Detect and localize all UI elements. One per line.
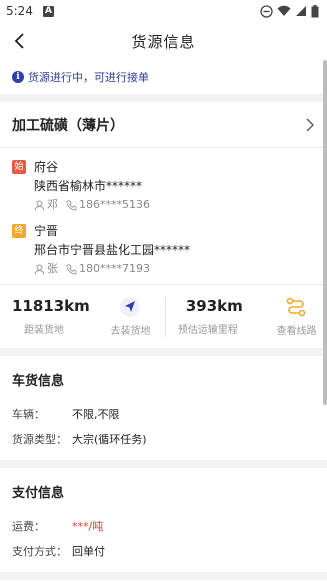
status-left: 5:24 A [6,4,54,18]
back-arrow-icon[interactable] [10,31,30,51]
transport-distance-value: 393km [185,297,243,315]
stats-divider [164,296,166,337]
status-right [260,4,319,18]
battery-icon [311,4,319,17]
loading-contact: 邓 186****5136 [34,196,315,214]
section-divider [0,94,327,102]
unloading-details: 邢台市宁晋县盐化工园****** 张 180****7193 [34,240,315,278]
payment-method-row: 支付方式： 回单付 [0,539,327,564]
vehicle-section: 车货信息 车辆： 不限,不限 货源类型： 大宗(循环任务) [0,356,327,460]
cargo-header[interactable]: 加工硫磺（薄片） [0,102,327,148]
loading-address-text: 陕西省榆林市****** [34,179,143,193]
unloading-address: 终 宁晋 [12,222,315,240]
unloading-address-body: 宁晋 [34,222,58,240]
wifi-icon [277,5,291,16]
cargo-type-value: 大宗(循环任务) [72,433,147,446]
person-icon [34,264,45,275]
address-block: 始 府谷 陕西省榆林市****** 邓 186****5136 终 宁晋 邢台市… [0,148,327,278]
distance-to-load-label: 距装货地 [24,325,64,336]
payment-section: 支付信息 运费： ***/吨 支付方式： 回单付 [0,468,327,572]
section-divider [0,460,327,468]
unload-tag: 终 [12,224,26,238]
page-title: 货源信息 [131,32,196,51]
cargo-type-key: 货源类型： [12,433,67,446]
loading-address: 始 府谷 [12,158,315,176]
notice-text: 货源进行中，可进行接单 [28,71,149,84]
payment-method-value: 回单付 [72,545,105,558]
vehicle-section-title: 车货信息 [12,373,65,389]
section-divider [0,348,327,356]
loading-phone: 186****5136 [79,198,150,211]
scrollbar[interactable] [323,60,327,405]
go-load-button[interactable]: 去装货地 [102,296,159,337]
unloading-contact-person: 张 [34,260,58,278]
view-route-button[interactable]: 查看线路 [274,296,319,337]
freight-row: 运费： ***/吨 [0,514,327,539]
freight-key: 运费： [12,520,45,533]
status-time: 5:24 [6,4,33,18]
unloading-city: 宁晋 [34,224,59,238]
unloading-phone-link[interactable]: 180****7193 [66,260,150,278]
dnd-icon [260,4,273,18]
stat-transport-distance: 393km 预估运输里程 [178,297,274,336]
view-route-label: 查看线路 [276,326,317,337]
chevron-right-icon [306,118,314,131]
loading-contact-name: 邓 [47,198,58,211]
phone-icon [66,264,77,274]
vehicle-value: 不限,不限 [72,408,120,421]
transport-distance-label: 预估运输里程 [177,325,238,336]
vehicle-row: 车辆： 不限,不限 [0,402,327,427]
unloading-contact-name: 张 [47,262,58,275]
cargo-type-row: 货源类型： 大宗(循环任务) [0,427,327,452]
signal-icon [296,6,306,16]
person-icon [34,200,45,211]
distance-stats: 11813km 距装货地 去装货地 393km 预估运输里程 查看线路 [0,284,327,348]
notification-a-icon: A [42,5,54,17]
info-icon: i [12,71,24,83]
status-notice: i 货源进行中，可进行接单 [0,60,327,94]
phone-icon [66,200,77,210]
payment-section-title: 支付信息 [12,485,65,501]
distance-to-load-value: 11813km [12,297,90,315]
loading-phone-link[interactable]: 186****5136 [66,196,150,214]
load-tag: 始 [12,160,26,174]
nav-bar: 货源信息 [0,22,327,60]
unloading-phone: 180****7193 [79,262,150,275]
loading-address-body: 府谷 [34,158,58,176]
unloading-contact: 张 180****7193 [34,260,315,278]
vehicle-key: 车辆： [12,408,45,421]
status-bar: 5:24 A [0,0,327,22]
cargo-name: 加工硫磺（薄片） [12,117,124,134]
stat-distance-to-load: 11813km 距装货地 [12,297,102,336]
unloading-address-text: 邢台市宁晋县盐化工园****** [34,243,191,257]
navigation-arrow-icon [120,297,141,317]
loading-contact-person: 邓 [34,196,58,214]
route-icon [287,297,306,317]
loading-city: 府谷 [34,160,59,174]
go-load-label: 去装货地 [110,326,151,337]
section-divider [0,572,327,580]
freight-value: ***/吨 [72,520,104,533]
loading-details: 陕西省榆林市****** 邓 186****5136 [34,176,315,214]
payment-method-key: 支付方式： [12,545,67,558]
